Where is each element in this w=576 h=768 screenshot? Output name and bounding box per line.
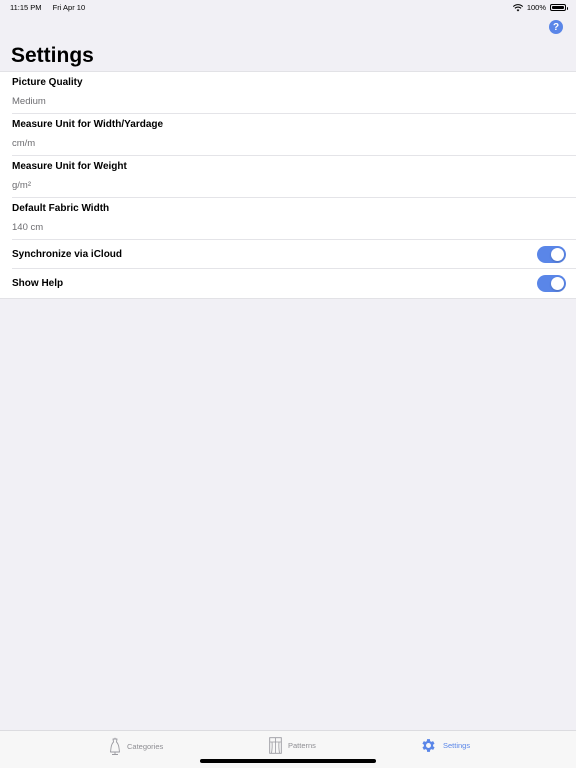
help-icon: ? (552, 21, 560, 33)
status-bar: 11:15 PM Fri Apr 10 100% (0, 0, 576, 14)
help-button[interactable]: ? (549, 20, 563, 34)
tab-patterns[interactable]: Patterns (269, 737, 316, 754)
sync-icloud-toggle[interactable] (537, 246, 566, 263)
page-title: Settings (11, 44, 94, 67)
setting-measure-width[interactable]: Measure Unit for Width/Yardage cm/m (0, 114, 576, 156)
settings-list: Picture Quality Medium Measure Unit for … (0, 71, 576, 299)
setting-picture-quality[interactable]: Picture Quality Medium (0, 72, 576, 114)
setting-value: 140 cm (12, 222, 44, 233)
setting-label: Measure Unit for Weight (12, 161, 127, 172)
setting-label: Default Fabric Width (12, 203, 110, 214)
tab-categories[interactable]: Categories (109, 737, 163, 755)
home-indicator (200, 759, 376, 763)
setting-value: cm/m (12, 138, 36, 149)
tab-label: Categories (127, 741, 164, 751)
setting-value: g/m² (12, 180, 31, 191)
setting-value: Medium (12, 96, 46, 107)
setting-fabric-width[interactable]: Default Fabric Width 140 cm (0, 198, 576, 240)
show-help-toggle[interactable] (537, 275, 566, 292)
wifi-icon (512, 3, 523, 11)
setting-label: Picture Quality (12, 77, 83, 88)
gear-icon (422, 739, 435, 752)
tab-label: Patterns (288, 741, 316, 750)
battery-icon (550, 4, 568, 11)
status-time: 11:15 PM (10, 3, 42, 12)
status-right: 100% (512, 3, 568, 12)
battery-percent: 100% (526, 3, 546, 12)
setting-label: Synchronize via iCloud (12, 249, 123, 260)
pattern-icon (269, 737, 282, 754)
tab-label: Settings (443, 741, 471, 750)
setting-measure-weight[interactable]: Measure Unit for Weight g/m² (0, 156, 576, 198)
setting-sync-icloud: Synchronize via iCloud (0, 240, 576, 269)
setting-label: Show Help (12, 278, 64, 289)
dress-form-icon (110, 737, 120, 755)
setting-label: Measure Unit for Width/Yardage (12, 119, 164, 130)
setting-show-help: Show Help (0, 269, 576, 298)
status-left: 11:15 PM Fri Apr 10 (10, 3, 94, 12)
tab-settings[interactable]: Settings (420, 737, 470, 754)
status-date: Fri Apr 10 (52, 3, 86, 12)
